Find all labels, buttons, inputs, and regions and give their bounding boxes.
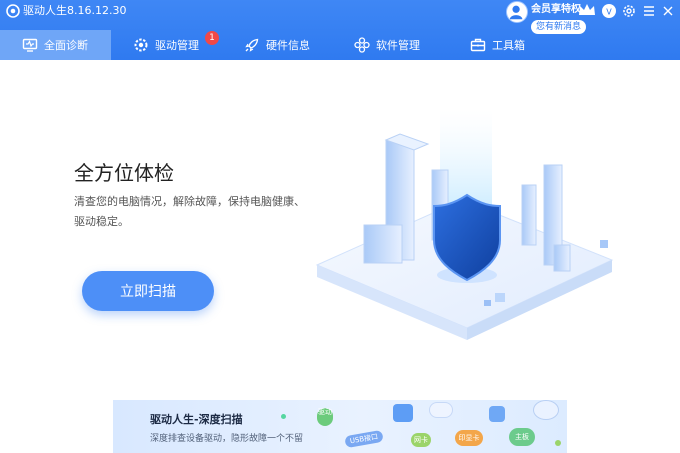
tab-label: 软件管理 [376, 39, 420, 52]
tab-label: 工具箱 [492, 39, 525, 52]
vip-privilege-link[interactable]: 会员享特权 [531, 4, 581, 16]
decor-pill [429, 402, 453, 418]
tab-label: 全面诊断 [44, 39, 88, 52]
tab-hardware-info[interactable]: 硬件信息 [244, 30, 310, 60]
decor-window-icon [393, 404, 413, 422]
decor-shield-icon [489, 406, 505, 422]
tab-label: 驱动管理 [155, 39, 199, 52]
gear-icon[interactable] [621, 3, 637, 19]
menu-icon[interactable] [641, 3, 657, 19]
crown-icon[interactable] [578, 3, 596, 17]
tab-driver-management[interactable]: 驱动管理 [133, 30, 199, 60]
tab-label: 硬件信息 [266, 39, 310, 52]
toolbox-icon [470, 38, 486, 52]
decor-dot [281, 414, 286, 419]
app-title: 驱动人生8.16.12.30 [23, 4, 127, 17]
user-avatar-icon [509, 5, 523, 20]
decor-eye-icon [533, 400, 559, 420]
deep-scan-banner[interactable]: 驱动人生-深度扫描 深度排查设备驱动，隐形故障一个不留 驱动 USB接口 网卡 … [113, 400, 567, 453]
app-logo-icon [6, 4, 20, 18]
vip-badge-icon[interactable]: V [601, 3, 617, 19]
svg-text:V: V [606, 8, 612, 17]
banner-chip: 网卡 [411, 433, 431, 447]
tab-toolbox[interactable]: 工具箱 [470, 30, 525, 60]
monitor-icon [22, 38, 38, 52]
tab-full-diagnosis[interactable]: 全面诊断 [0, 30, 111, 60]
user-avatar[interactable] [506, 1, 528, 23]
security-illustration [315, 110, 614, 340]
banner-subtitle: 深度排查设备驱动，隐形故障一个不留 [150, 434, 304, 444]
banner-title: 驱动人生-深度扫描 [150, 413, 243, 426]
banner-chip: 印显卡 [455, 430, 483, 446]
main-nav: 全面诊断 驱动管理 硬件信息 软件管理 工具箱 [0, 30, 680, 60]
page-title: 全方位体检 [74, 161, 174, 185]
apps-icon [354, 37, 370, 53]
title-bar: 驱动人生8.16.12.30 会员享特权 您有新消息 V 全面诊断 驱动管理 硬… [0, 0, 680, 60]
rocket-icon [245, 38, 259, 52]
tab-software-management[interactable]: 软件管理 [354, 30, 420, 60]
banner-chip: 驱动 [317, 408, 333, 426]
banner-chip: 主板 [509, 428, 535, 446]
scan-now-button[interactable]: 立即扫描 [82, 271, 214, 311]
driver-update-badge: 1 [205, 31, 219, 45]
banner-chip: USB接口 [344, 429, 384, 449]
page-description: 清查您的电脑情况，解除故障，保持电脑健康、驱动稳定。 [74, 195, 305, 228]
gear-icon [134, 38, 148, 52]
decor-dot [555, 440, 561, 446]
close-icon[interactable] [660, 3, 676, 19]
